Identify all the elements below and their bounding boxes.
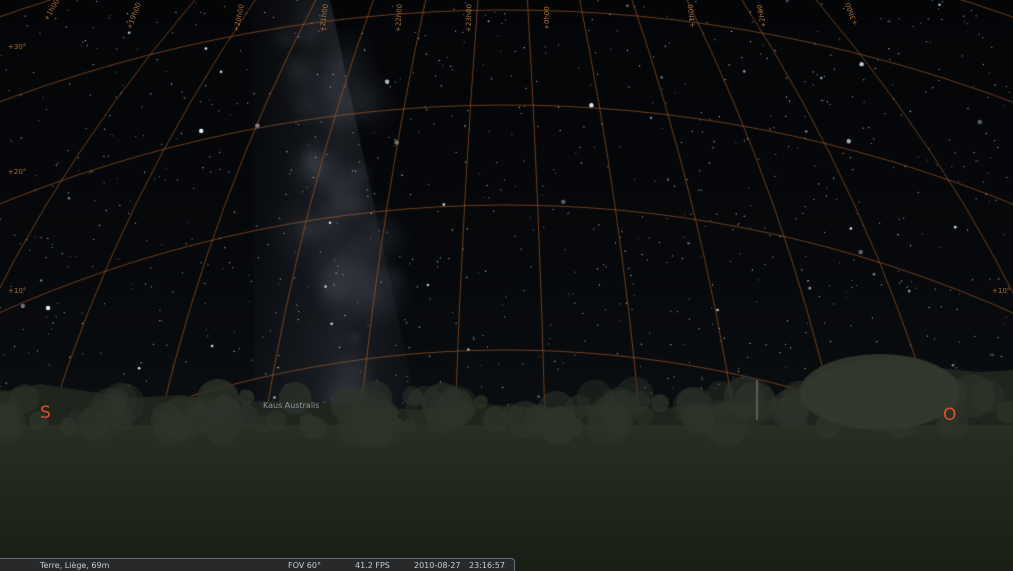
date-readout: 2010-08-27 bbox=[414, 559, 461, 571]
azimuth-label-7: +0h00 bbox=[543, 6, 551, 30]
fps-readout: 41.2 FPS bbox=[355, 559, 390, 571]
compass-west: O bbox=[943, 405, 956, 425]
compass-south: S bbox=[40, 403, 51, 423]
sky-view-canvas[interactable] bbox=[0, 0, 1013, 571]
location-readout: Terre, Liège, 69m bbox=[40, 559, 109, 571]
sky-viewport[interactable]: +30° +20° +10° +10° +1h00 +19h00 +20h00 … bbox=[0, 0, 1013, 571]
altitude-label-30: +30° bbox=[8, 43, 26, 51]
star-label-kaus-australis[interactable]: Kaus Australis bbox=[263, 401, 319, 410]
altitude-label-10-right: +10° bbox=[992, 287, 1010, 295]
azimuth-label-6: +23h00 bbox=[465, 4, 474, 32]
fov-readout: FOV 60° bbox=[288, 559, 321, 571]
altitude-label-20: +20° bbox=[8, 168, 26, 176]
altitude-label-10-left: +10° bbox=[8, 287, 26, 295]
time-readout: 23:16:57 bbox=[469, 559, 505, 571]
status-bar: Terre, Liège, 69m FOV 60° 41.2 FPS 2010-… bbox=[0, 558, 515, 571]
